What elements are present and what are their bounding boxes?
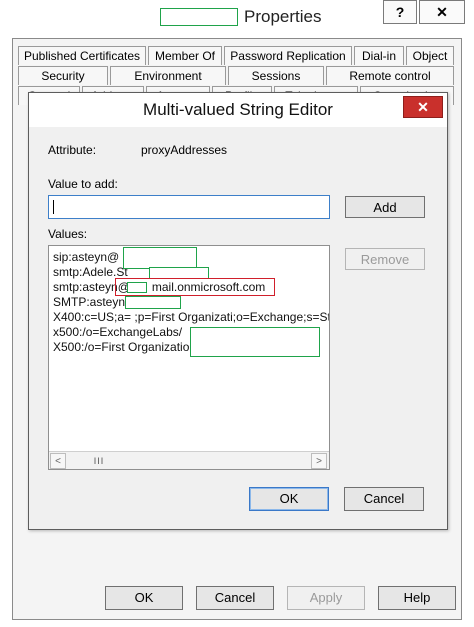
window-title-text: Properties	[244, 7, 322, 26]
list-item[interactable]: X500:/o=First Organization/	[53, 340, 199, 355]
attribute-label: Attribute:	[48, 143, 97, 157]
tab-remote-control[interactable]: Remote control	[326, 66, 454, 85]
dialog-title: Multi-valued String Editor	[29, 93, 447, 127]
tab-object[interactable]: Object	[406, 46, 454, 65]
remove-button[interactable]: Remove	[345, 248, 425, 270]
add-button[interactable]: Add	[345, 196, 425, 218]
dialog-cancel-button[interactable]: Cancel	[344, 487, 424, 511]
tab-dial-in[interactable]: Dial-in	[354, 46, 404, 65]
redacted-name-box	[160, 8, 238, 26]
horizontal-scrollbar[interactable]: < III >	[49, 451, 329, 469]
window-title: Properties	[160, 6, 390, 30]
redaction-box	[127, 282, 147, 293]
ok-button[interactable]: OK	[105, 586, 183, 610]
multi-valued-string-editor-dialog: Multi-valued String Editor ✕ Attribute: …	[28, 92, 448, 530]
dialog-body: Attribute: proxyAddresses Value to add: …	[29, 127, 447, 529]
redaction-box	[123, 247, 197, 269]
help-button[interactable]: Help	[378, 586, 456, 610]
scroll-thumb[interactable]: III	[79, 453, 119, 469]
values-list[interactable]: sip:asteyn@ smtp:Adele.St smtp:asteyn@ ma…	[48, 245, 330, 470]
tab-member-of[interactable]: Member Of	[148, 46, 222, 65]
tab-security[interactable]: Security	[18, 66, 108, 85]
redaction-box	[190, 327, 320, 357]
list-item[interactable]: X400:c=US;a= ;p=First Organizati;o=Excha…	[53, 310, 329, 325]
scroll-left-icon[interactable]: <	[50, 453, 66, 469]
dialog-ok-button[interactable]: OK	[249, 487, 329, 511]
apply-button[interactable]: Apply	[287, 586, 365, 610]
tab-environment[interactable]: Environment	[110, 66, 226, 85]
help-title-button[interactable]: ?	[383, 0, 417, 24]
close-window-button[interactable]: ✕	[419, 0, 465, 24]
values-label: Values:	[48, 227, 88, 241]
scroll-right-icon[interactable]: >	[311, 453, 327, 469]
dialog-close-button[interactable]: ✕	[403, 96, 443, 118]
tab-sessions[interactable]: Sessions	[228, 66, 324, 85]
cancel-button[interactable]: Cancel	[196, 586, 274, 610]
value-to-add-input[interactable]	[48, 195, 330, 219]
attribute-value: proxyAddresses	[141, 143, 228, 157]
tab-password-replication[interactable]: Password Replication	[224, 46, 352, 65]
list-item[interactable]: sip:asteyn@	[53, 250, 119, 265]
value-to-add-label: Value to add:	[48, 177, 118, 191]
text-caret	[53, 200, 54, 214]
tab-published-certificates[interactable]: Published Certificates	[18, 46, 146, 65]
list-item[interactable]: x500:/o=ExchangeLabs/	[53, 325, 182, 340]
redaction-box	[125, 296, 181, 309]
